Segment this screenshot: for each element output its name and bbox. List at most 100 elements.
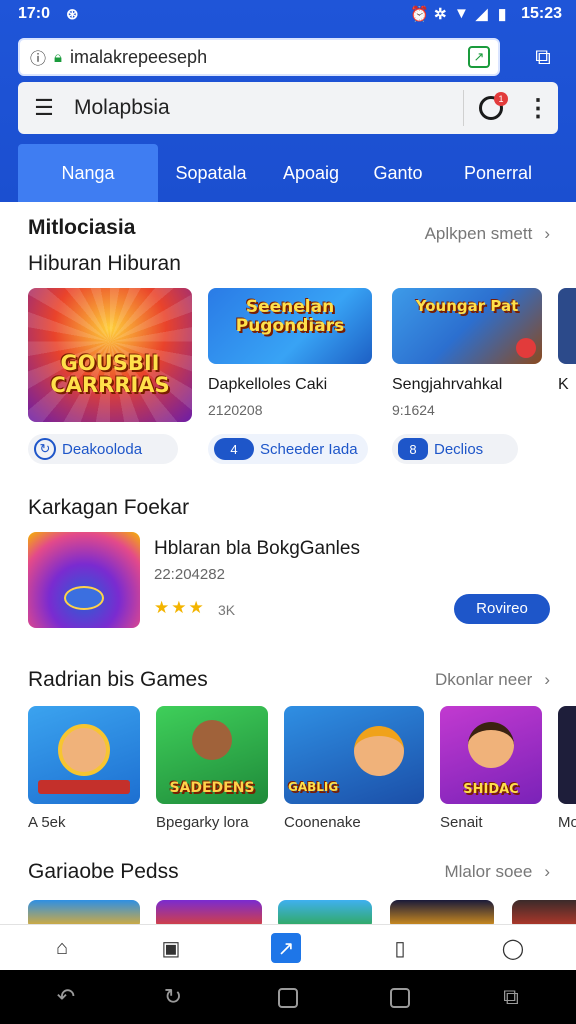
notification-button[interactable]: 1 xyxy=(464,88,518,128)
rating-stars-icon: ★★★ xyxy=(154,598,206,617)
profile-icon[interactable]: ◯ xyxy=(498,933,528,963)
tab-ganto[interactable]: Ganto xyxy=(358,144,438,202)
library-icon[interactable]: ▯ xyxy=(385,933,415,963)
game-art-title: GABLIG xyxy=(288,780,339,794)
refresh-icon[interactable]: ↻ xyxy=(160,984,186,1010)
game-card[interactable]: Youngar Pat xyxy=(392,288,542,364)
share-icon[interactable]: ↗ xyxy=(468,46,490,68)
games-icon[interactable]: ▣ xyxy=(156,933,186,963)
chip-number-icon: 4 xyxy=(214,438,254,460)
system-navigation: ↶ ↻ ⧉ xyxy=(0,970,576,1024)
game-label: Coonenake xyxy=(284,814,361,831)
chevron-right-icon: › xyxy=(544,670,550,689)
game-art-title: Youngar Pat xyxy=(415,297,519,315)
badge-icon xyxy=(516,338,536,358)
game-tile[interactable]: GABLIG xyxy=(284,706,424,804)
game-thumbnail: GOUSBII CARRRIAS xyxy=(28,288,192,422)
search-bar[interactable]: ☰ Molapbsia 1 ⋮ xyxy=(18,82,558,134)
game-thumbnail: SHIDAC xyxy=(440,706,542,804)
game-tile[interactable]: SHIDAC xyxy=(440,706,542,804)
battery-icon: ▮ xyxy=(498,6,507,23)
game-thumbnail xyxy=(28,706,140,804)
game-tile-partial[interactable] xyxy=(558,706,576,804)
game-tile[interactable] xyxy=(28,706,140,804)
home-icon[interactable]: ⌂ xyxy=(47,933,77,963)
chip-button[interactable]: ↻ Deakooloda xyxy=(28,434,178,464)
trending-icon[interactable]: ↗ xyxy=(271,933,301,963)
chevron-right-icon: › xyxy=(544,862,550,881)
section-title: Gariaobe Pedss xyxy=(28,860,179,883)
url-text[interactable]: imalakrepeeseph xyxy=(70,47,207,68)
back-icon[interactable]: ↶ xyxy=(53,984,79,1010)
game-card-partial[interactable] xyxy=(558,288,576,364)
see-more-label: Aplkpen smett xyxy=(424,224,533,243)
game-title-partial: K xyxy=(558,376,569,393)
game-tile[interactable]: SADEDENS xyxy=(156,706,268,804)
recents-icon[interactable] xyxy=(390,988,410,1008)
featured-game-card[interactable] xyxy=(28,532,140,628)
overview-icon[interactable]: ⧉ xyxy=(498,984,524,1010)
game-title: Sengjahrvahkal xyxy=(392,376,503,393)
section-subtitle: Hiburan Hiburan xyxy=(28,252,181,275)
banner-shape xyxy=(38,780,130,794)
game-thumbnail[interactable] xyxy=(512,900,576,924)
featured-game-subtitle: 22:204282 xyxy=(154,566,225,583)
game-thumbnail[interactable] xyxy=(390,900,494,924)
lock-icon: 🔒︎ xyxy=(54,48,62,66)
chip-label: Deakooloda xyxy=(62,440,143,458)
see-more-link[interactable]: Aplkpen smett › xyxy=(425,224,550,244)
game-art xyxy=(28,532,140,628)
tab-switcher-icon[interactable]: ⧉ xyxy=(528,42,558,72)
game-title: Dapkelloles Caki xyxy=(208,376,328,393)
url-bar[interactable]: ⓘ 🔒︎ imalakrepeeseph ↗ xyxy=(18,38,500,76)
game-card[interactable]: GOUSBII CARRRIAS xyxy=(28,288,192,422)
search-input[interactable]: Molapbsia xyxy=(74,96,463,120)
character-face xyxy=(192,720,232,760)
character-face xyxy=(58,724,110,776)
review-button[interactable]: Rovireo xyxy=(454,594,550,624)
status-bar: 17:0 ⊛ ⏰ ✲ ▼ ◢ ▮ 15:23 xyxy=(0,0,576,30)
bottom-navigation: ⌂ ▣ ↗ ▯ ◯ xyxy=(0,924,576,970)
see-more-link[interactable]: Mlalor soee › xyxy=(444,862,550,882)
signal-icon: ◢ xyxy=(476,6,488,23)
game-thumbnail[interactable] xyxy=(156,900,262,924)
game-thumbnail: SADEDENS xyxy=(156,706,268,804)
game-thumbnail[interactable] xyxy=(278,900,372,924)
game-label: Bpegarky lora xyxy=(156,814,249,831)
alarm-icon: ⏰ xyxy=(410,6,429,23)
gear-icon: ✲ xyxy=(434,6,447,23)
game-thumbnail: GABLIG xyxy=(284,706,424,804)
menu-icon[interactable]: ☰ xyxy=(24,95,64,121)
section-title: Radrian bis Games xyxy=(28,668,208,691)
game-thumbnail: Youngar Pat xyxy=(392,288,542,364)
character-face xyxy=(354,726,404,776)
info-icon[interactable]: ⓘ xyxy=(30,45,46,69)
chip-number-icon: 8 xyxy=(398,438,428,460)
game-art-title: SHIDAC xyxy=(463,782,519,797)
game-label: Senait xyxy=(440,814,483,831)
rating-count: 3K xyxy=(218,602,236,618)
game-card[interactable]: Seenelan Pugondiars xyxy=(208,288,372,364)
see-more-link[interactable]: Dkonlar neer › xyxy=(435,670,550,690)
home-square-icon[interactable] xyxy=(278,988,298,1008)
chip-button[interactable]: 8 Declios xyxy=(392,434,518,464)
tab-apoaig[interactable]: Apoaig xyxy=(264,144,358,202)
sync-icon: ⊛ xyxy=(66,6,79,23)
chip-label: Declios xyxy=(434,440,484,458)
game-thumbnail xyxy=(558,288,576,364)
chevron-right-icon: › xyxy=(544,224,550,243)
tab-ponerral[interactable]: Ponerral xyxy=(438,144,558,202)
game-label: A 5ek xyxy=(28,814,66,831)
more-options-icon[interactable]: ⋮ xyxy=(518,94,558,123)
tab-nanga[interactable]: Nanga xyxy=(18,144,158,202)
game-thumbnail[interactable] xyxy=(28,900,140,924)
game-subtitle: 2120208 xyxy=(208,402,263,418)
status-clock: 15:23 xyxy=(521,5,562,22)
refresh-icon: ↻ xyxy=(34,438,56,460)
tab-sopatala[interactable]: Sopatala xyxy=(158,144,264,202)
game-art-title: Seenelan Pugondiars xyxy=(235,297,345,336)
chip-button[interactable]: 4 Scheeder Iada xyxy=(208,434,368,464)
game-subtitle: 9:1624 xyxy=(392,402,435,418)
game-thumbnail: Seenelan Pugondiars xyxy=(208,288,372,364)
main-content: Mitlociasia Aplkpen smett › Hiburan Hibur… xyxy=(0,202,576,924)
